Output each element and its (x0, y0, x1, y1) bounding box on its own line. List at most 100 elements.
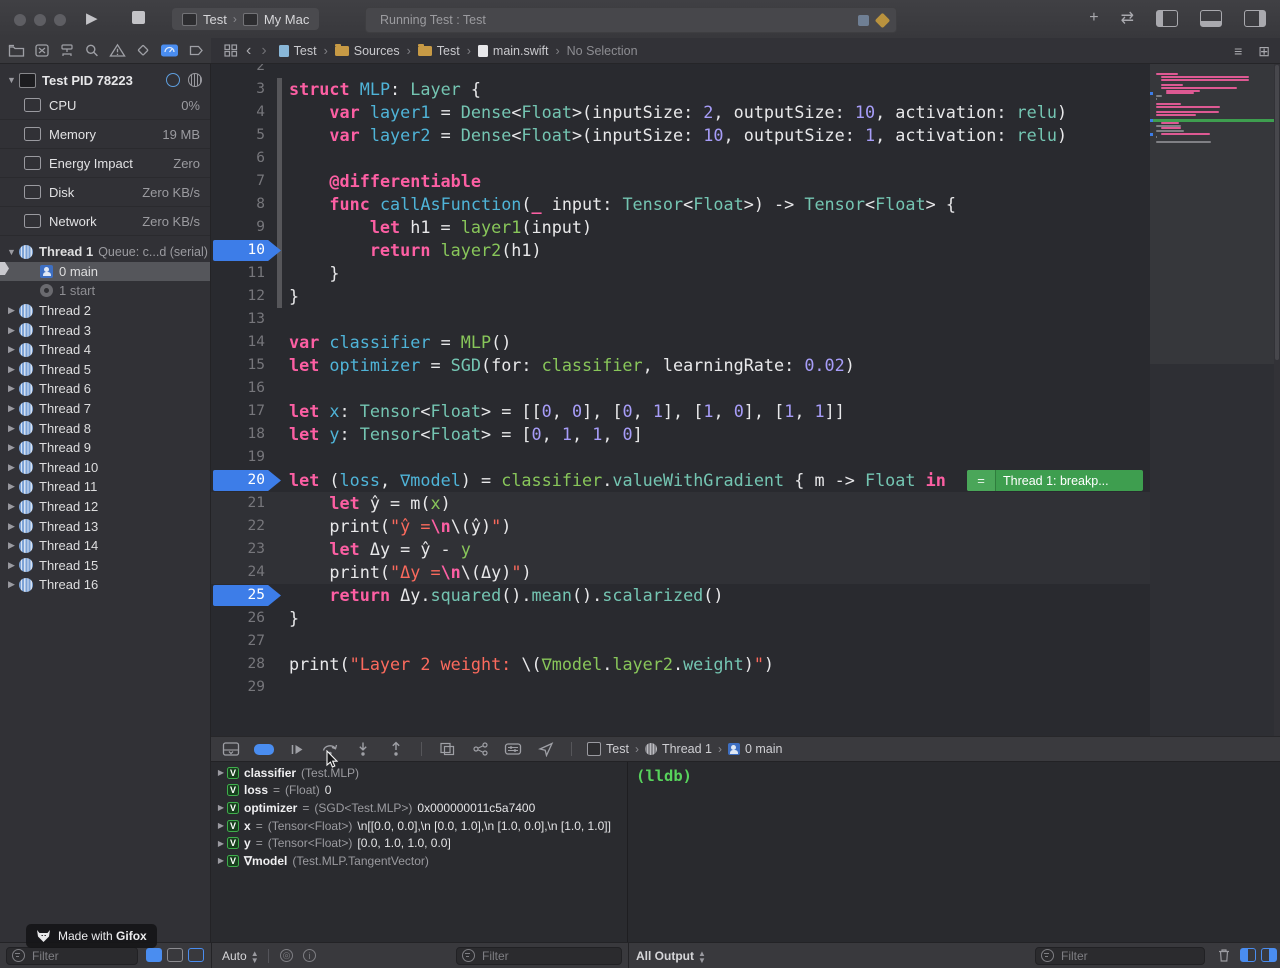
code-review-icon[interactable]: ⇄ (1121, 8, 1134, 28)
line-number[interactable]: 17 (211, 400, 265, 423)
code-line-7[interactable]: 7 @differentiable (211, 170, 1150, 193)
navigator-tab-debug-icon[interactable] (160, 42, 179, 60)
gauge-row-memory[interactable]: Memory19 MB (0, 120, 210, 149)
breadcrumb-item-no-selection[interactable]: No Selection (567, 44, 638, 58)
sidebar-item-thread-16[interactable]: ▶Thread 16 (0, 575, 210, 595)
disclosure-triangle-icon[interactable]: ▼ (6, 75, 17, 85)
console-output-select[interactable]: All Output▲▼ (636, 949, 706, 964)
line-number[interactable]: 13 (211, 308, 265, 331)
navigator-tab-symbols-icon[interactable] (59, 42, 75, 60)
location-icon[interactable]: ◎ (280, 949, 293, 962)
sidebar-item-thread-15[interactable]: ▶Thread 15 (0, 556, 210, 576)
line-number[interactable]: 22 (211, 515, 265, 538)
toggle-inspector-icon[interactable] (1244, 10, 1266, 27)
line-number[interactable]: 15 (211, 354, 265, 377)
sidebar-item-thread-3[interactable]: ▶Thread 3 (0, 320, 210, 340)
line-number[interactable]: 9 (211, 216, 265, 239)
sidebar-item-thread-1[interactable]: ▼ Thread 1 Queue: c...d (serial) (0, 242, 210, 262)
traffic-lights[interactable] (14, 13, 74, 31)
sidebar-item-thread-13[interactable]: ▶Thread 13 (0, 516, 210, 536)
variable-row-y[interactable]: ▶Vy=(Tensor<Float>)[0.0, 1.0, 1.0, 0.0] (211, 834, 627, 852)
line-number[interactable]: 12 (211, 285, 265, 308)
line-number[interactable]: 11 (211, 262, 265, 285)
code-line-12[interactable]: 12} (211, 285, 1150, 308)
sidebar-item-thread-11[interactable]: ▶Thread 11 (0, 477, 210, 497)
forward-button[interactable]: › (261, 42, 266, 60)
code-line-14[interactable]: 14var classifier = MLP() (211, 331, 1150, 354)
add-editor-icon[interactable]: ⊞ (1258, 43, 1270, 60)
sidebar-item-thread-6[interactable]: ▶Thread 6 (0, 379, 210, 399)
scheme-selector[interactable]: Test › My Mac (172, 8, 319, 30)
simulate-location-icon[interactable] (536, 740, 556, 758)
hide-debug-area-icon[interactable] (221, 740, 241, 758)
code-line-23[interactable]: 23 let Δy = ŷ - y (211, 538, 1150, 561)
disclosure-triangle-icon[interactable]: ▶ (215, 821, 227, 830)
variables-filter-field[interactable] (456, 947, 622, 965)
related-items-icon[interactable] (221, 42, 240, 60)
line-number[interactable]: 4 (211, 101, 265, 124)
breadcrumb-item-test[interactable]: Test (279, 44, 317, 58)
code-line-10[interactable]: 10 return layer2(h1) (211, 239, 1150, 262)
close-window-icon[interactable] (14, 14, 26, 26)
disclosure-triangle-icon[interactable]: ▶ (6, 403, 17, 414)
disclosure-triangle-icon[interactable]: ▶ (215, 803, 227, 812)
navigator-tab-breakpoints-icon[interactable] (188, 42, 204, 60)
variable-row-x[interactable]: ▶Vx=(Tensor<Float>)\n[[0.0, 0.0],\n [0.0… (211, 817, 627, 835)
disclosure-triangle-icon[interactable]: ▶ (6, 383, 17, 394)
disclosure-triangle-icon[interactable]: ▶ (6, 540, 17, 551)
show-console-view-icon[interactable] (1261, 948, 1277, 962)
code-line-13[interactable]: 13 (211, 308, 1150, 331)
breadcrumb-item-sources[interactable]: Sources (335, 44, 400, 58)
line-number[interactable]: 3 (211, 78, 265, 101)
disclosure-triangle-icon[interactable]: ▶ (6, 560, 17, 571)
disclosure-triangle-icon[interactable]: ▶ (6, 481, 17, 492)
line-number[interactable]: 14 (211, 331, 265, 354)
breadcrumb-item-main-swift[interactable]: main.swift (478, 44, 549, 58)
line-number[interactable]: 5 (211, 124, 265, 147)
disclosure-triangle-icon[interactable]: ▶ (6, 364, 17, 375)
disclosure-triangle-icon[interactable]: ▶ (215, 839, 227, 848)
step-out-icon[interactable] (386, 740, 406, 758)
disclosure-triangle-icon[interactable]: ▶ (6, 423, 17, 434)
console-view[interactable]: (lldb) (628, 762, 1280, 942)
line-number[interactable]: 23 (211, 538, 265, 561)
variables-view[interactable]: ▶Vclassifier(Test.MLP)Vloss=(Float)0▶Vop… (211, 762, 628, 942)
sidebar-item-thread-14[interactable]: ▶Thread 14 (0, 536, 210, 556)
show-variables-view-icon[interactable] (1240, 948, 1256, 962)
code-line-24[interactable]: 24 print("Δy =\n\(Δy)") (211, 561, 1150, 584)
navigator-tab-source-control-icon[interactable] (34, 42, 50, 60)
line-number[interactable]: 6 (211, 147, 265, 170)
sidebar-item-thread-4[interactable]: ▶Thread 4 (0, 340, 210, 360)
zoom-window-icon[interactable] (54, 14, 66, 26)
variable-row-classifier[interactable]: ▶Vclassifier(Test.MLP) (211, 764, 627, 782)
line-number[interactable]: 26 (211, 607, 265, 630)
code-line-8[interactable]: 8 func callAsFunction(_ input: Tensor<Fl… (211, 193, 1150, 216)
code-line-29[interactable]: 29 (211, 676, 1150, 699)
pause-process-icon[interactable] (166, 73, 180, 87)
code-line-28[interactable]: 28print("Layer 2 weight: \(∇model.layer2… (211, 653, 1150, 676)
debug-crumb-thread-1[interactable]: Thread 1 (645, 742, 712, 756)
code-line-3[interactable]: 3struct MLP: Layer { (211, 78, 1150, 101)
navigator-tab-issues-icon[interactable] (109, 42, 126, 60)
sidebar-item-thread-7[interactable]: ▶Thread 7 (0, 399, 210, 419)
code-line-27[interactable]: 27 (211, 630, 1150, 653)
variables-filter-input[interactable] (480, 948, 616, 964)
console-filter-field[interactable] (1035, 947, 1205, 965)
gauge-row-energy-impact[interactable]: Energy ImpactZero (0, 149, 210, 178)
navigator-tab-search-icon[interactable] (84, 42, 100, 60)
run-button[interactable]: ▶ (86, 8, 98, 30)
line-number[interactable]: 16 (211, 377, 265, 400)
process-row[interactable]: ▼ Test PID 78223 (0, 69, 210, 91)
code-line-21[interactable]: 21 let ŷ = m(x) (211, 492, 1150, 515)
disclosure-triangle-icon[interactable]: ▶ (6, 521, 17, 532)
code-line-15[interactable]: 15let optimizer = SGD(for: classifier, l… (211, 354, 1150, 377)
sidebar-item-thread-12[interactable]: ▶Thread 12 (0, 497, 210, 517)
info-icon[interactable]: i (303, 949, 316, 962)
breakpoints-toggle-icon[interactable] (254, 744, 274, 755)
toggle-navigator-icon[interactable] (1156, 10, 1178, 27)
sidebar-item-thread-8[interactable]: ▶Thread 8 (0, 418, 210, 438)
sidebar-item-thread-10[interactable]: ▶Thread 10 (0, 458, 210, 478)
sidebar-item-thread-9[interactable]: ▶Thread 9 (0, 438, 210, 458)
line-number[interactable]: 29 (211, 676, 265, 699)
line-number[interactable]: 24 (211, 561, 265, 584)
